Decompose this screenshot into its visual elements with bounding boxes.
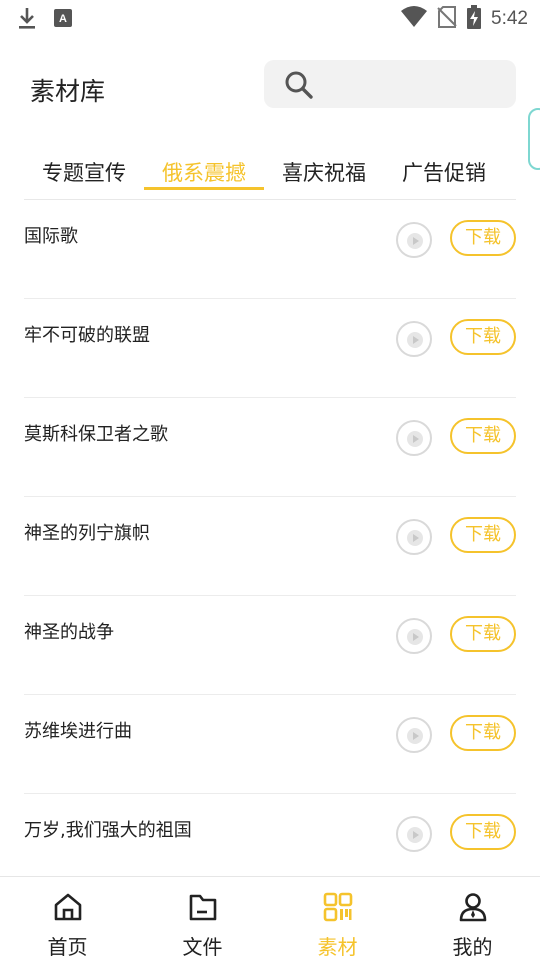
item-title: 万岁,我们强大的祖国: [24, 820, 192, 841]
tab-russian-shock[interactable]: 俄系震撼: [144, 150, 264, 196]
download-button[interactable]: 下载: [450, 220, 516, 256]
list-item: 莫斯科保卫者之歌 下载: [24, 398, 516, 497]
search-input[interactable]: [264, 60, 516, 108]
item-title: 国际歌: [24, 226, 78, 247]
play-button[interactable]: [396, 618, 432, 654]
nav-item-files[interactable]: 文件: [135, 877, 270, 960]
play-button[interactable]: [396, 321, 432, 357]
item-title: 苏维埃进行曲: [24, 721, 132, 742]
play-icon: [407, 332, 423, 348]
download-button[interactable]: 下载: [450, 418, 516, 454]
play-icon: [407, 827, 423, 843]
user-icon: [459, 893, 486, 922]
play-icon: [407, 530, 423, 546]
nav-item-mine[interactable]: 我的: [405, 877, 540, 960]
qr-code-icon: [323, 892, 352, 922]
nav-label: 我的: [452, 935, 493, 959]
tab-topic-promo[interactable]: 专题宣传: [24, 150, 144, 196]
keyboard-a-icon: A: [54, 9, 72, 31]
item-title: 神圣的战争: [24, 622, 114, 643]
floating-side-handle[interactable]: [528, 108, 540, 170]
nav-label: 首页: [47, 935, 88, 959]
download-button[interactable]: 下载: [450, 616, 516, 652]
material-list: 国际歌 下载 牢不可破的联盟 下载 莫斯科保卫者之歌 下载 神圣的列宁旗帜 下载…: [0, 200, 540, 893]
play-icon: [407, 431, 423, 447]
tab-ad-sales[interactable]: 广告促销: [384, 150, 504, 196]
play-icon: [407, 629, 423, 645]
download-button[interactable]: 下载: [450, 715, 516, 751]
tab-celebration[interactable]: 喜庆祝福: [264, 150, 384, 196]
bottom-nav: 首页 文件 素材 我的: [0, 876, 540, 960]
item-title: 莫斯科保卫者之歌: [24, 424, 168, 445]
download-button[interactable]: 下载: [450, 517, 516, 553]
list-item: 牢不可破的联盟 下载: [24, 299, 516, 398]
download-button[interactable]: 下载: [450, 319, 516, 355]
play-button[interactable]: [396, 717, 432, 753]
category-tabs: 专题宣传 俄系震撼 喜庆祝福 广告促销: [24, 150, 516, 196]
play-icon: [407, 233, 423, 249]
header: 素材库: [0, 56, 540, 170]
nav-item-materials[interactable]: 素材: [270, 877, 405, 960]
home-icon: [54, 893, 81, 921]
item-title: 牢不可破的联盟: [24, 325, 150, 346]
nav-label: 素材: [317, 935, 358, 959]
nav-label: 文件: [182, 935, 223, 959]
download-button[interactable]: 下载: [450, 814, 516, 850]
play-button[interactable]: [396, 519, 432, 555]
list-item: 苏维埃进行曲 下载: [24, 695, 516, 794]
play-button[interactable]: [396, 420, 432, 456]
play-icon: [407, 728, 423, 744]
page-title: 素材库: [30, 77, 106, 106]
svg-text:A: A: [59, 13, 67, 25]
search-icon: [285, 71, 313, 99]
play-button[interactable]: [396, 816, 432, 852]
item-title: 神圣的列宁旗帜: [24, 523, 150, 544]
list-item: 神圣的战争 下载: [24, 596, 516, 695]
list-item: 国际歌 下载: [24, 200, 516, 299]
no-sim-icon: [437, 6, 457, 32]
status-time: 5:42: [491, 8, 528, 29]
wifi-icon: [401, 6, 428, 32]
play-button[interactable]: [396, 222, 432, 258]
download-icon: [16, 6, 38, 34]
nav-item-home[interactable]: 首页: [0, 877, 135, 960]
list-item: 神圣的列宁旗帜 下载: [24, 497, 516, 596]
battery-charging-icon: [467, 5, 482, 33]
status-bar: A 5:42: [0, 0, 540, 36]
folder-icon: [189, 894, 216, 921]
